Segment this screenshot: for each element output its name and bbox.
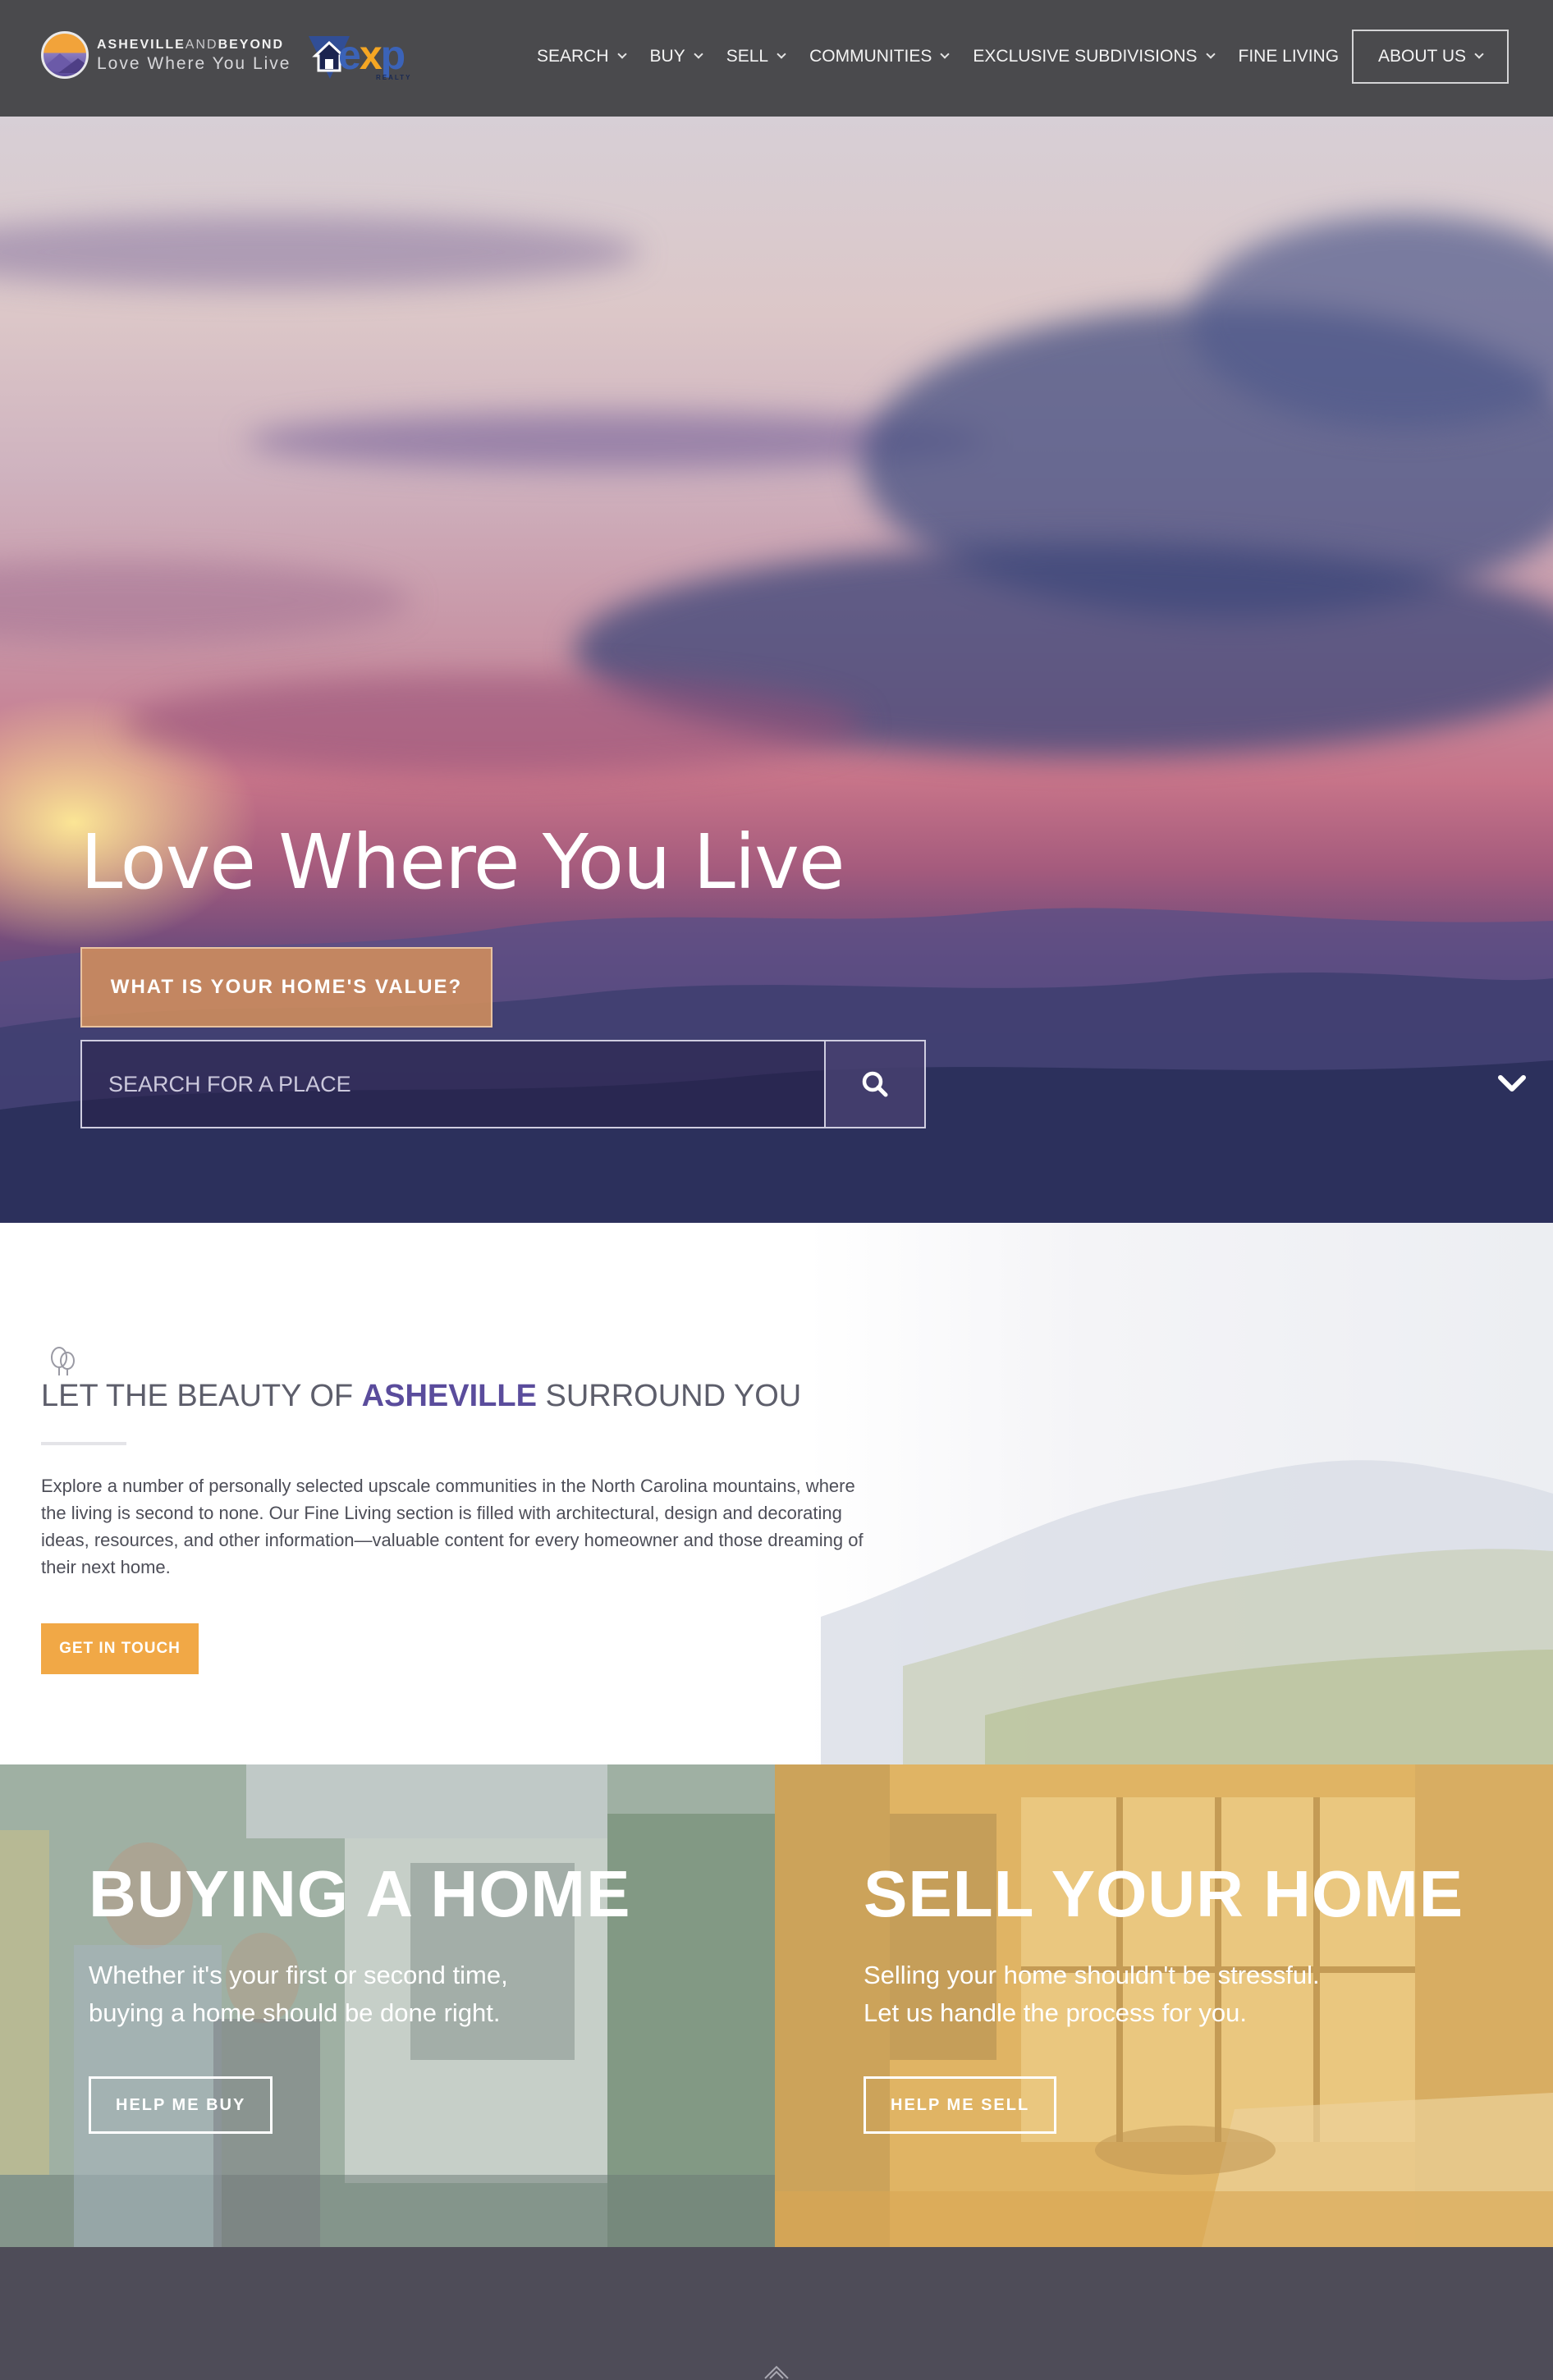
nav-fine-living-label: FINE LIVING (1238, 47, 1340, 66)
get-in-touch-button[interactable]: GET IN TOUCH (41, 1623, 199, 1674)
chevron-down-icon[interactable] (1496, 1067, 1528, 1100)
help-me-buy-button[interactable]: HELP ME BUY (89, 2076, 273, 2134)
nav-search[interactable]: SEARCH (536, 47, 627, 66)
place-search-form (80, 1040, 926, 1128)
nav-exclusive-subdivisions-label: EXCLUSIVE SUBDIVISIONS (973, 47, 1198, 66)
house-icon (764, 2365, 789, 2379)
selling-title: SELL YOUR HOME (864, 1857, 1464, 1930)
chevron-down-icon (616, 49, 627, 59)
nav-sell[interactable]: SELL (726, 47, 786, 66)
mountain-background (821, 1460, 1553, 1764)
nav-fine-living[interactable]: FINE LIVING (1239, 47, 1340, 66)
exp-wordmark: exp (338, 32, 405, 78)
nav-about-us-label: ABOUT US (1378, 47, 1466, 66)
beauty-section: LET THE BEAUTY OF ASHEVILLE SURROUND YOU… (0, 1223, 1553, 1764)
nav-about-us[interactable]: ABOUT US (1352, 30, 1509, 84)
place-search-input[interactable] (82, 1041, 824, 1127)
nav-sell-label: SELL (726, 47, 769, 66)
buying-text: Whether it's your first or second time, … (89, 1961, 508, 2027)
hero-cloud (0, 560, 410, 642)
nav-communities[interactable]: COMMUNITIES (809, 47, 951, 66)
selling-card: SELL YOUR HOME Selling your home shouldn… (775, 1764, 1553, 2247)
nav-search-label: SEARCH (536, 47, 609, 66)
exp-realty-logo[interactable]: exp REALTY (305, 31, 428, 82)
logo-tagline: Love Where You Live (97, 53, 291, 73)
chevron-down-icon (1474, 49, 1484, 59)
nav-exclusive-subdivisions[interactable]: EXCLUSIVE SUBDIVISIONS (973, 47, 1216, 66)
main-nav: SEARCH BUY SELL COMMUNITIES EXCLUSIVE SU… (512, 30, 1509, 84)
footer-section (0, 2247, 1553, 2380)
chevron-down-icon (694, 49, 703, 59)
buying-card: BUYING A HOME Whether it's your first or… (0, 1764, 775, 2247)
exp-realty-label: REALTY (376, 74, 412, 81)
nav-buy[interactable]: BUY (649, 47, 703, 66)
selling-text: Selling your home shouldn't be stressful… (864, 1961, 1320, 2027)
hero-cloud (123, 675, 862, 773)
heading-divider (41, 1442, 126, 1445)
chevron-down-icon (776, 49, 786, 59)
beauty-description: Explore a number of personally selected … (41, 1476, 864, 1577)
hero-section: Love Where You Live WHAT IS YOUR HOME'S … (0, 117, 1553, 1223)
logo-brand: ASHEVILLEANDBEYOND (97, 37, 285, 52)
hero-title: Love Where You Live (80, 818, 845, 906)
nav-communities-label: COMMUNITIES (809, 47, 932, 66)
help-me-sell-button[interactable]: HELP ME SELL (864, 2076, 1057, 2134)
trees-icon (51, 1347, 75, 1375)
nav-buy-label: BUY (649, 47, 685, 66)
buying-title: BUYING A HOME (89, 1857, 631, 1930)
logo-text: ASHEVILLEANDBEYOND Love Where You Live (97, 37, 291, 73)
beauty-heading: LET THE BEAUTY OF ASHEVILLE SURROUND YOU (41, 1379, 802, 1413)
chevron-down-icon (940, 49, 951, 59)
logo-mountain-icon (41, 31, 89, 79)
home-value-button[interactable]: WHAT IS YOUR HOME'S VALUE? (80, 947, 492, 1028)
search-icon (862, 1071, 888, 1097)
site-header: ASHEVILLEANDBEYOND Love Where You Live e… (0, 0, 1553, 117)
search-button[interactable] (824, 1041, 924, 1127)
chevron-down-icon (1205, 49, 1216, 59)
site-logo[interactable]: ASHEVILLEANDBEYOND Love Where You Live (41, 31, 291, 79)
hero-cloud (0, 215, 640, 289)
